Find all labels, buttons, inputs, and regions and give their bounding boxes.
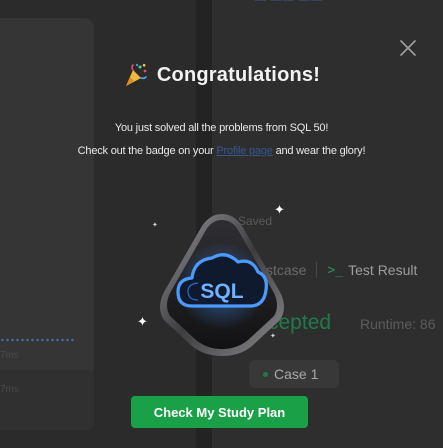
message-text: Check out the badge on your	[77, 145, 214, 157]
description-panel-footer	[0, 370, 94, 430]
runtime-distribution-chart	[0, 338, 76, 342]
app-window: — —— —— Saved stcase >_ Test Result cept…	[0, 0, 443, 448]
editor-top-links: — —— ——	[255, 0, 324, 6]
modal-message: You just solved all the problems from SQ…	[114, 122, 329, 134]
modal-message-cta: Check out the badge on your Profile page…	[0, 145, 443, 157]
sql-badge: SQL	[140, 200, 305, 360]
tab-test-result-label: Test Result	[348, 262, 418, 278]
modal-header: Congratulations!	[0, 62, 443, 88]
modal-title: Congratulations!	[156, 63, 321, 86]
chart-axis-label: 7ms	[0, 384, 19, 395]
terminal-icon: >_	[327, 262, 344, 278]
sparkle-icon: ✦	[274, 202, 285, 217]
message-text: and wear the glory!	[275, 145, 366, 157]
tab-test-result[interactable]: >_ Test Result	[327, 262, 417, 278]
party-popper-icon	[125, 63, 147, 86]
check-study-plan-button[interactable]: Check My Study Plan	[131, 396, 308, 428]
sparkle-icon: ✦	[270, 333, 276, 340]
tab-separator	[316, 262, 318, 278]
sparkle-icon: ✦	[152, 222, 158, 229]
case-status-dot	[263, 371, 268, 377]
case-tab-1[interactable]: Case 1	[249, 360, 339, 388]
close-icon[interactable]	[396, 36, 420, 60]
sparkle-icon: ✦	[137, 314, 148, 329]
badge-label: SQL	[200, 280, 243, 303]
profile-page-link[interactable]: Profile page	[216, 145, 273, 157]
case-label: Case 1	[274, 366, 319, 382]
chart-axis-label: 7ms	[0, 350, 19, 361]
runtime-label: Runtime: 86	[360, 316, 436, 332]
